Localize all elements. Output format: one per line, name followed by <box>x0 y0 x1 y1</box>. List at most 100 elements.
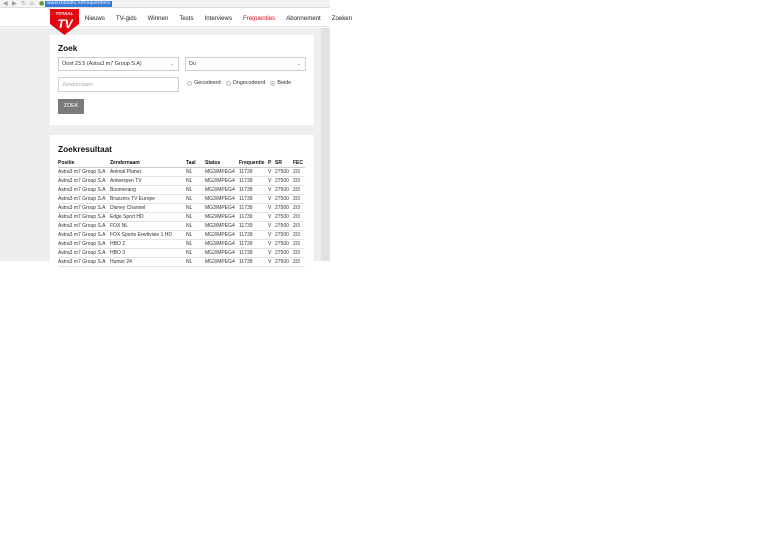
table-cell: V <box>268 230 275 240</box>
table-cell: Astra3 m7 Group S.A <box>58 167 110 177</box>
table-row[interactable]: Astra3 m7 Group S.A HBO 3 NL MG3/MPEG4 11739… <box>58 248 305 258</box>
table-cell: Brazzers TV Europe <box>110 194 186 204</box>
address-bar[interactable]: www.totaaltv.nl/frequenties/ <box>45 1 113 7</box>
nav-item-tests[interactable]: Tests <box>179 15 193 22</box>
table-cell: Astra3 m7 Group S.A <box>58 230 110 240</box>
column-header: Status <box>205 159 239 168</box>
table-row[interactable]: Astra3 m7 Group S.A Brazzers TV Europe NL M… <box>58 194 305 204</box>
table-row[interactable]: Astra3 m7 Group S.A Animal Planet NL MG3/MP… <box>58 167 305 177</box>
home-icon[interactable]: ⌂ <box>30 1 34 7</box>
table-cell: 2/3 <box>293 221 305 231</box>
table-cell: MG3/MPEG4 <box>205 248 239 258</box>
table-row[interactable]: Astra3 m7 Group S.A Humor 24 NL MG3/MPEG4 11… <box>58 257 305 267</box>
nav-item-interviews[interactable]: Interviews <box>205 15 232 22</box>
back-icon[interactable]: ◀ <box>3 1 8 7</box>
table-cell: 27500 <box>275 221 293 231</box>
table-cell: 11739 <box>239 167 268 177</box>
table-cell: 27500 <box>275 176 293 186</box>
chevron-down-icon: ⌄ <box>169 61 174 67</box>
nav-item-frequenties[interactable]: Frequenties <box>243 15 275 22</box>
radio-label: Gecodeerd <box>194 80 221 86</box>
right-sidebar-strip <box>321 28 330 261</box>
forward-icon[interactable]: ▶ <box>12 1 17 7</box>
table-cell: 2/3 <box>293 194 305 204</box>
results-title: Zoekresultaat <box>58 144 112 154</box>
table-cell: Astra3 m7 Group S.A <box>58 203 110 213</box>
table-cell: 11739 <box>239 230 268 240</box>
search-button[interactable]: ZOEK <box>58 99 84 114</box>
table-row[interactable]: Astra3 m7 Group S.A Antwerpen TV NL MG3/MPE… <box>58 176 305 186</box>
table-cell: 27500 <box>275 194 293 204</box>
column-header: SR <box>275 159 293 168</box>
radio-button-icon[interactable] <box>225 80 231 86</box>
table-row[interactable]: Astra3 m7 Group S.A Edge Sport HD NL MG3/MP… <box>58 212 305 222</box>
table-cell: HBO 3 <box>110 248 186 258</box>
search-title: Zoek <box>58 43 78 53</box>
column-header: Frequentie <box>239 159 268 168</box>
table-cell: NL <box>186 203 205 213</box>
nav-item-zoeken[interactable]: Zoeken <box>332 15 352 22</box>
table-cell: 2/3 <box>293 167 305 177</box>
nav-item-abonnement[interactable]: Abonnement <box>286 15 321 22</box>
table-cell: NL <box>186 221 205 231</box>
radio-option-beide[interactable]: Beide <box>270 80 291 86</box>
table-cell: Edge Sport HD <box>110 212 186 222</box>
nav-item-tv-gids[interactable]: TV-gids <box>116 15 137 22</box>
table-cell: V <box>268 176 275 186</box>
table-cell: 2/3 <box>293 248 305 258</box>
table-cell: 2/3 <box>293 176 305 186</box>
radio-option-ongecodeerd[interactable]: Ongecodeerd <box>225 80 265 86</box>
table-cell: MG3/MPEG4 <box>205 221 239 231</box>
table-cell: FOX Sports Eredivisie 1 HD <box>110 230 186 240</box>
table-row[interactable]: Astra3 m7 Group S.A FOX Sports Eredivisie… <box>58 230 305 240</box>
table-cell: NL <box>186 194 205 204</box>
table-cell: HBO 2 <box>110 239 186 249</box>
table-cell: V <box>268 239 275 249</box>
table-cell: Astra3 m7 Group S.A <box>58 221 110 231</box>
channel-name-input[interactable] <box>58 77 179 92</box>
satellite-select-value: Oost 23.5 (Astra3 m7 Group S.A) <box>62 61 142 67</box>
table-cell: 27500 <box>275 257 293 267</box>
table-row[interactable]: Astra3 m7 Group S.A Boomerang NL MG3/MPEG4 1… <box>58 185 305 195</box>
radio-label: Beide <box>277 80 292 86</box>
table-row[interactable]: Astra3 m7 Group S.A Disney Channel NL MG3/M… <box>58 203 305 213</box>
table-cell: Animal Planet <box>110 167 186 177</box>
table-cell: MG3/MPEG4 <box>205 212 239 222</box>
totaaltv-logo[interactable]: TOTAAL TV <box>50 9 79 35</box>
radio-button-icon[interactable] <box>270 80 276 86</box>
table-row[interactable]: Astra3 m7 Group S.A HBO 2 NL MG3/MPEG4 11739… <box>58 239 305 249</box>
table-cell: V <box>268 203 275 213</box>
table-cell: NL <box>186 176 205 186</box>
radio-option-gecodeerd[interactable]: Gecodeerd <box>187 80 221 86</box>
table-cell: 2/3 <box>293 257 305 267</box>
table-cell: 27500 <box>275 167 293 177</box>
table-cell: NL <box>186 248 205 258</box>
table-cell: Disney Channel <box>110 203 186 213</box>
table-cell: NL <box>186 212 205 222</box>
table-cell: MG3/MPEG4 <box>205 176 239 186</box>
table-cell: 27500 <box>275 248 293 258</box>
table-cell: Astra3 m7 Group S.A <box>58 239 110 249</box>
table-cell: V <box>268 185 275 195</box>
table-cell: 27500 <box>275 230 293 240</box>
table-cell: V <box>268 167 275 177</box>
table-cell: V <box>268 194 275 204</box>
nav-item-winnen[interactable]: Winnen <box>148 15 169 22</box>
table-cell: MG3/MPEG4 <box>205 257 239 267</box>
table-row[interactable]: Astra3 m7 Group S.A FOX NL NL MG3/MPEG4 1173… <box>58 221 305 231</box>
satellite-select[interactable]: Oost 23.5 (Astra3 m7 Group S.A) ⌄ <box>58 57 179 71</box>
reload-icon[interactable]: ↻ <box>21 1 26 7</box>
table-cell: NL <box>186 167 205 177</box>
radio-button-icon[interactable] <box>187 80 192 86</box>
table-cell: V <box>268 221 275 231</box>
table-cell: 11739 <box>239 221 268 231</box>
column-header: Taal <box>186 159 205 168</box>
nav-item-nieuws[interactable]: Nieuws <box>85 15 105 22</box>
column-header: P <box>268 159 275 168</box>
language-select[interactable]: Du ⌄ <box>185 57 306 71</box>
table-cell: NL <box>186 257 205 267</box>
table-cell: 11739 <box>239 239 268 249</box>
table-cell: 27500 <box>275 203 293 213</box>
table-cell: 27500 <box>275 185 293 195</box>
table-cell: 2/3 <box>293 239 305 249</box>
